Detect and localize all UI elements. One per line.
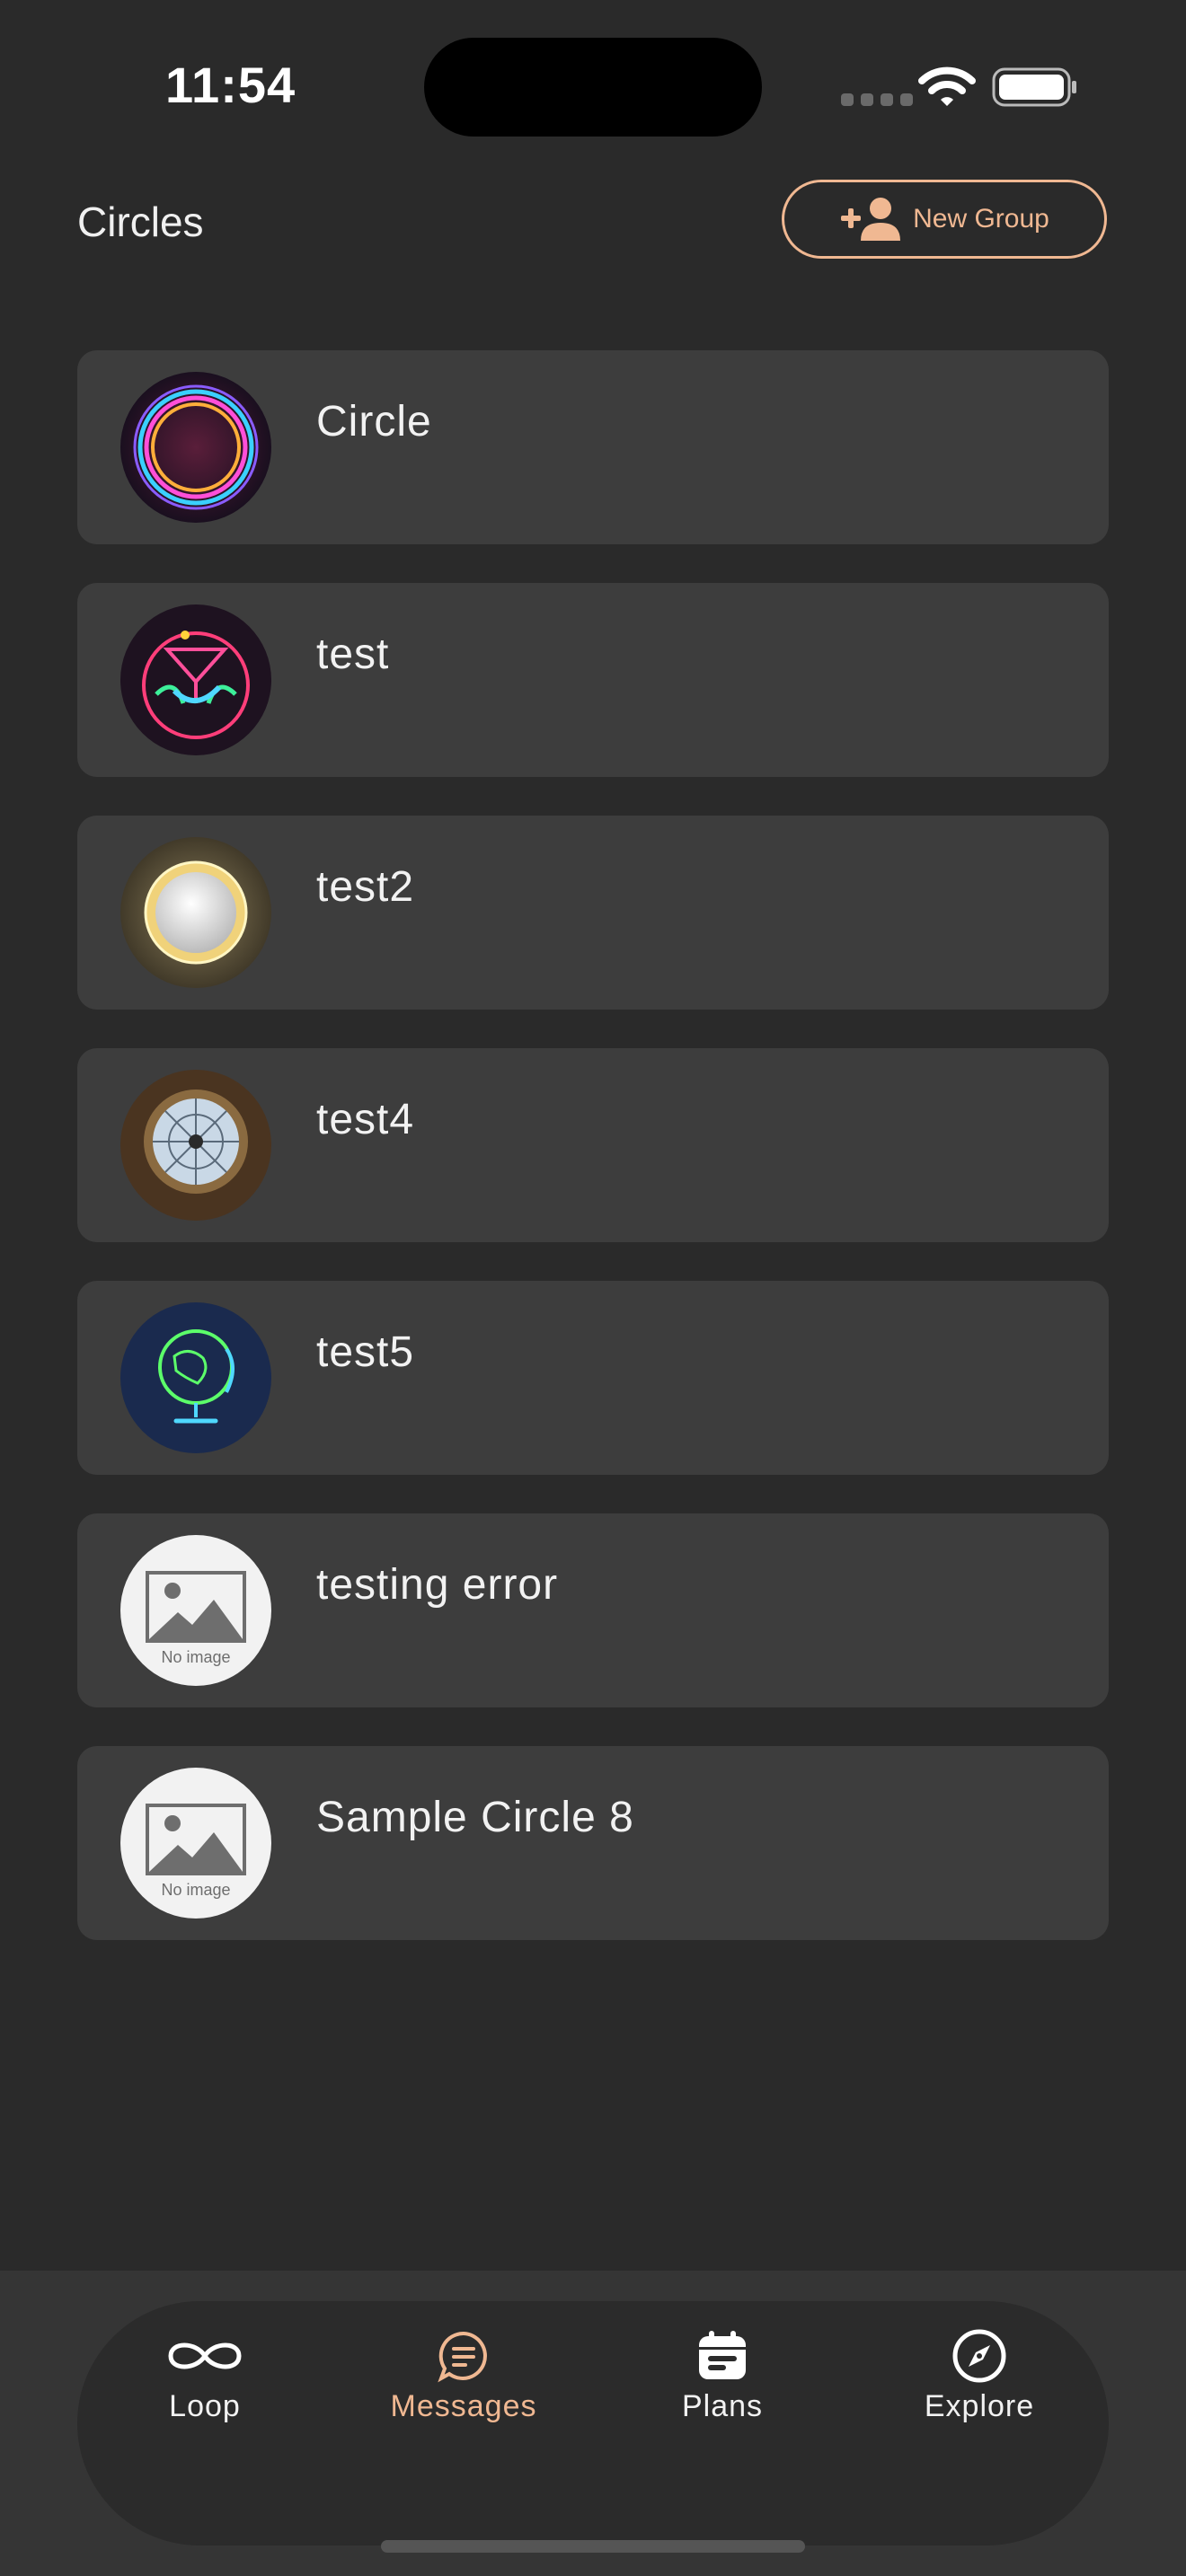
circle-item[interactable]: No image Sample Circle 8 (77, 1746, 1109, 1940)
circle-avatar-dome-window (120, 1070, 271, 1221)
calendar-icon (699, 2331, 746, 2379)
no-image-text: No image (161, 1881, 230, 1899)
compass-icon (952, 2329, 1006, 2383)
circle-avatar-placeholder: No image (120, 1535, 271, 1686)
circle-name: Sample Circle 8 (316, 1794, 634, 1841)
circle-item[interactable]: test (77, 583, 1109, 777)
circle-name: Circle (316, 398, 432, 446)
circle-avatar-jazz-neon (120, 604, 271, 755)
circle-list: Circle test test2 test4 test5 No image t… (77, 350, 1109, 1979)
circle-avatar-gold-ring (120, 837, 271, 988)
tab-label: Explore (924, 2389, 1035, 2423)
tab-loop[interactable]: Loop (106, 2326, 304, 2424)
no-image-text: No image (161, 1648, 230, 1666)
wifi-icon (918, 66, 976, 106)
circle-item[interactable]: No image testing error (77, 1513, 1109, 1707)
cellular-signal-icon (841, 93, 913, 106)
circle-item[interactable]: test4 (77, 1048, 1109, 1242)
circle-name: test5 (316, 1328, 415, 1376)
add-person-icon (841, 198, 901, 241)
circle-name: test4 (316, 1096, 415, 1143)
status-time: 11:54 (165, 57, 296, 113)
tab-label: Plans (681, 2389, 764, 2423)
infinity-icon (168, 2342, 242, 2369)
circle-avatar-neon-ring (120, 372, 271, 523)
battery-icon (992, 67, 1076, 107)
circle-item[interactable]: Circle (77, 350, 1109, 544)
circle-avatar-neon-globe (120, 1302, 271, 1453)
page-title: Circles (77, 198, 204, 245)
tab-label: Messages (390, 2389, 537, 2423)
tab-explore[interactable]: Explore (881, 2326, 1078, 2424)
dynamic-island (424, 38, 762, 137)
home-indicator (381, 2540, 805, 2553)
tab-plans[interactable]: Plans (624, 2326, 821, 2424)
tab-label: Loop (169, 2389, 241, 2423)
circle-item[interactable]: test5 (77, 1281, 1109, 1475)
circle-name: testing error (316, 1561, 559, 1609)
chat-bubble-icon (438, 2331, 487, 2383)
circle-item[interactable]: test2 (77, 816, 1109, 1010)
circle-name: test (316, 631, 390, 678)
new-group-label: New Group (913, 204, 1049, 234)
circle-name: test2 (316, 863, 415, 911)
circle-avatar-placeholder: No image (120, 1768, 271, 1919)
new-group-button[interactable]: New Group (782, 180, 1107, 259)
tab-messages[interactable]: Messages (365, 2326, 562, 2424)
